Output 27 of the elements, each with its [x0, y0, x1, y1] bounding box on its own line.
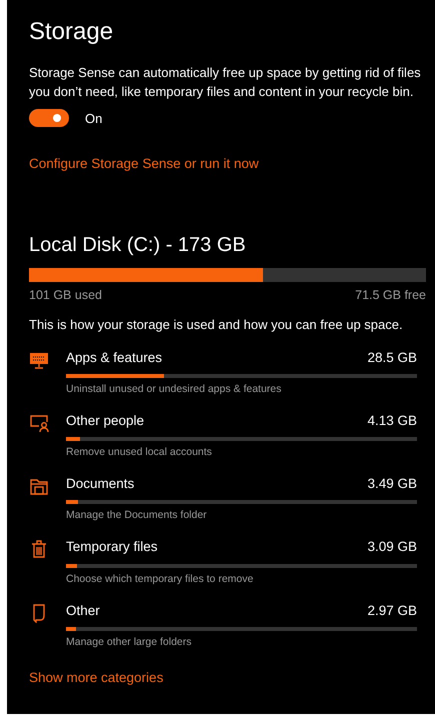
- category-name[interactable]: Temporary files: [66, 537, 158, 558]
- category-size: 3.09 GB: [367, 538, 417, 556]
- page-title: Storage: [29, 18, 114, 47]
- category-name[interactable]: Other: [66, 600, 100, 621]
- category-name[interactable]: Documents: [66, 474, 134, 494]
- free-label: 71.5 GB free: [355, 286, 426, 304]
- disk-title: Local Disk (C:) - 173 GB: [29, 232, 247, 258]
- toggle-label: On: [85, 110, 102, 128]
- user-icon: [29, 412, 49, 433]
- category-size: 2.97 GB: [367, 602, 417, 620]
- category-hint: Remove unused local accounts: [66, 445, 213, 460]
- category-name[interactable]: Apps & features: [66, 348, 162, 368]
- used-label: 101 GB used: [29, 286, 102, 304]
- category-hint: Manage the Documents folder: [66, 508, 208, 522]
- category-size: 4.13 GB: [367, 412, 417, 430]
- intro-text: This is how your storage is used and how you can free up space.: [29, 316, 404, 334]
- show-more-link[interactable]: Show more categories: [29, 668, 164, 688]
- category-size: 3.49 GB: [367, 475, 417, 494]
- toggle-switch[interactable]: [29, 109, 69, 128]
- configure-link[interactable]: Configure Storage Sense or run it now: [29, 154, 259, 174]
- trash-icon: [29, 539, 49, 560]
- category-hint: Manage other large folders: [66, 634, 192, 649]
- category-hint: Uninstall unused or undesired apps & features: [66, 382, 282, 396]
- category-hint: Choose which temporary files to remove: [66, 572, 254, 586]
- category-size: 28.5 GB: [367, 348, 417, 367]
- category-name[interactable]: Other people: [66, 410, 144, 432]
- description: Storage Sense can automatically free up space by getting rid of files you don’t need, like temporary files and content in your recycle bin.: [29, 64, 422, 101]
